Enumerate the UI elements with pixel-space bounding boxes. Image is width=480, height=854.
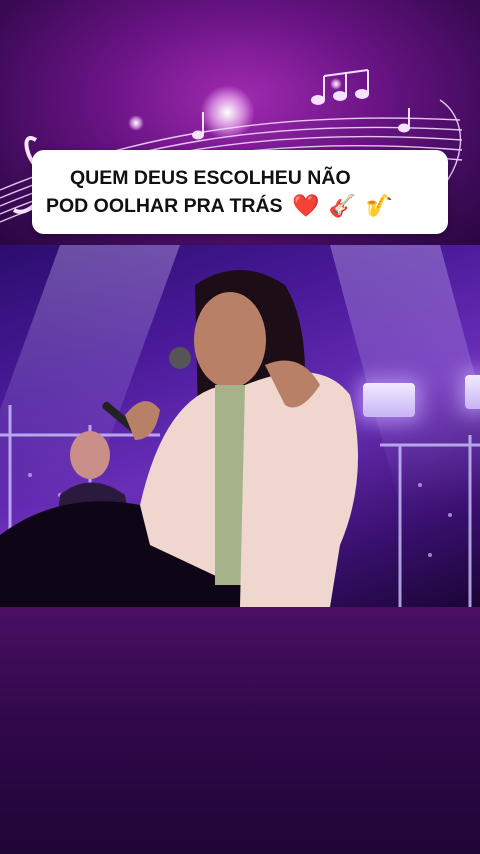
caption-line-1: QUEM DEUS ESCOLHEU NÃO [70,166,351,189]
heart-icon: ❤️ [291,193,320,219]
guitar-icon: 🎸 [328,193,357,219]
bottom-background [0,607,480,854]
caption-line-2-row: POD OOLHAR PRA TRÁS ❤️ 🎸 🎷 [46,192,393,221]
top-banner: QUEM DEUS ESCOLHEU NÃO POD OOLHAR PRA TR… [0,0,480,245]
caption-card: QUEM DEUS ESCOLHEU NÃO POD OOLHAR PRA TR… [32,150,448,234]
saxophone-icon: 🎷 [365,193,394,219]
video-frame[interactable] [0,245,480,607]
caption-line-2: POD OOLHAR PRA TRÁS [46,194,283,217]
stage-scene [0,270,480,607]
